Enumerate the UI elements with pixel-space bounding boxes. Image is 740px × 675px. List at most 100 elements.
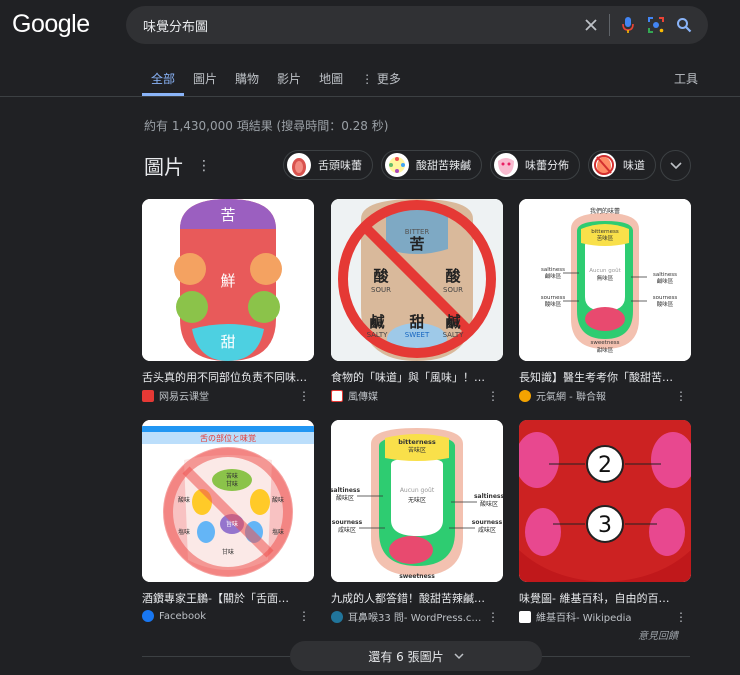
chips-expand-button[interactable] (660, 150, 691, 181)
image-result[interactable]: 我們的味蕾 bitterness 苦味區 saltiness 鹹味區 Aucun… (519, 199, 691, 403)
image-result[interactable]: 2 3 味覺圖- 維基百科，自由的百… 維基百科- Wikipedia ⋮ (519, 420, 691, 624)
image-label: 無味區 (597, 274, 614, 282)
divider (609, 14, 610, 36)
tab-videos[interactable]: 影片 (268, 70, 310, 96)
image-caption[interactable]: 九成的人都答錯！酸甜苦辣鹹… (331, 590, 501, 606)
more-vert-icon: ⋮ (361, 72, 377, 86)
image-label: sweetness (591, 340, 620, 346)
images-menu-icon[interactable]: ⋮ (197, 158, 211, 174)
image-label: 甘味 (226, 480, 238, 488)
image-thumbnail[interactable]: 我們的味蕾 bitterness 苦味區 saltiness 鹹味區 Aucun… (519, 199, 691, 361)
image-label: 甘味 (222, 548, 234, 556)
chip-thumbnail (494, 153, 518, 177)
image-source[interactable]: 耳鼻喉33 問- WordPress.c… ⋮ (331, 609, 503, 624)
chip-thumbnail (592, 153, 616, 177)
more-options-icon[interactable]: ⋮ (675, 610, 691, 624)
chip-tongue-taste-buds[interactable]: 舌頭味蕾 (283, 150, 373, 180)
wikipedia-icon (519, 610, 531, 623)
image-label: 鮮 (220, 272, 235, 290)
tab-images[interactable]: 圖片 (184, 70, 226, 96)
image-caption[interactable]: 長知識】醫生考考你「酸甜苦… (519, 369, 689, 385)
image-caption[interactable]: 食物的「味道」與「風味」！… (331, 369, 501, 385)
image-result[interactable]: 舌の部位と味覚 苦味 甘味 酸味 酸味 塩味 塩味 旨味 甘味 酒鑽專家王鵬-【… (142, 420, 314, 623)
image-caption[interactable]: 舌头真的用不同部位负责不同味… (142, 369, 312, 385)
image-result[interactable]: 苦 鮮 甜 舌头真的用不同部位负责不同味… 网易云课堂 ⋮ (142, 199, 314, 403)
image-label: 酸 (373, 267, 389, 285)
image-label: SALTY (367, 331, 389, 339)
lens-icon[interactable] (642, 11, 670, 39)
image-label: Aucun goût (400, 487, 435, 494)
image-label: 苦味区 (408, 446, 426, 454)
more-options-icon[interactable]: ⋮ (487, 610, 503, 624)
image-label: sourness (472, 519, 503, 526)
image-label: SALTY (443, 331, 465, 339)
clear-icon[interactable] (577, 11, 605, 39)
image-label: 鹹 (369, 313, 384, 331)
image-caption[interactable]: 酒鑽專家王鵬-【關於「舌面… (142, 590, 312, 606)
image-thumbnail[interactable]: 舌の部位と味覚 苦味 甘味 酸味 酸味 塩味 塩味 旨味 甘味 (142, 420, 314, 582)
chip-taste[interactable]: 味道 (588, 150, 656, 180)
image-label: saltiness (474, 493, 503, 500)
image-thumbnail[interactable]: 2 3 (519, 420, 691, 582)
image-caption[interactable]: 味覺圖- 維基百科，自由的百… (519, 590, 689, 606)
image-thumbnail[interactable]: BITTER 苦 酸 SOUR 酸 SOUR 鹹 SALTY 甜 SWEET 鹹… (331, 199, 503, 361)
image-label: 苦 (409, 235, 424, 253)
source-name: 元氣網 - 聯合報 (536, 392, 606, 403)
microphone-icon[interactable] (614, 11, 642, 39)
search-icon[interactable] (670, 11, 698, 39)
tools-button[interactable]: 工具 (674, 70, 698, 87)
image-label: bitterness (591, 229, 619, 235)
image-label: 咸味区 (338, 526, 356, 534)
tab-more-label: 更多 (376, 72, 401, 86)
more-options-icon[interactable]: ⋮ (298, 609, 314, 623)
chip-label: 味蕾分佈 (525, 159, 569, 172)
image-label: sourness (541, 295, 566, 301)
image-label: Aucun goût (589, 267, 621, 274)
more-options-icon[interactable]: ⋮ (675, 389, 691, 403)
refinement-chips: 舌頭味蕾 酸甜苦辣鹹 味蕾分佈 味道 (283, 150, 656, 180)
search-input[interactable]: 味覺分布圖 (143, 16, 577, 35)
image-label: bitterness (398, 438, 436, 446)
image-result[interactable]: bitterness 苦味区 saltiness 酸味区 Aucun goût … (331, 420, 503, 624)
tab-maps[interactable]: 地圖 (310, 70, 352, 96)
chevron-down-icon (454, 652, 464, 659)
chip-taste-bud-distribution[interactable]: 味蕾分佈 (490, 150, 580, 180)
image-label: 甜 (409, 313, 424, 331)
image-label: saltiness (541, 267, 565, 273)
image-label: 咸味区 (478, 526, 496, 534)
image-source[interactable]: Facebook ⋮ (142, 609, 314, 623)
image-thumbnail[interactable]: 苦 鮮 甜 (142, 199, 314, 361)
image-label: saltiness (653, 272, 677, 278)
tab-shopping[interactable]: 購物 (226, 70, 268, 96)
more-options-icon[interactable]: ⋮ (298, 389, 314, 403)
image-label: 我們的味蕾 (590, 207, 620, 215)
chip-five-tastes[interactable]: 酸甜苦辣鹹 (381, 150, 482, 180)
image-source[interactable]: 風傳媒 ⋮ (331, 388, 503, 403)
source-name: 風傳媒 (348, 392, 378, 403)
image-label: saltiness (331, 487, 360, 494)
image-label: 酸 (445, 267, 461, 285)
image-source[interactable]: 元氣網 - 聯合報 ⋮ (519, 388, 691, 403)
tab-more[interactable]: ⋮ 更多 (352, 70, 410, 96)
source-favicon-icon (331, 389, 343, 402)
more-options-icon[interactable]: ⋮ (487, 389, 503, 403)
image-label: 舌の部位と味覚 (200, 433, 256, 443)
tab-all[interactable]: 全部 (142, 70, 185, 96)
image-label: 鹹 (445, 313, 460, 331)
show-more-images-button[interactable]: 還有 6 張圖片 (290, 641, 542, 671)
google-logo[interactable]: Google (12, 10, 90, 39)
image-source[interactable]: 网易云课堂 ⋮ (142, 388, 314, 403)
image-label: 旨味 (226, 520, 238, 528)
chip-label: 味道 (623, 159, 645, 172)
search-box[interactable]: 味覺分布圖 (126, 6, 708, 44)
image-thumbnail[interactable]: bitterness 苦味区 saltiness 酸味区 Aucun goût … (331, 420, 503, 582)
image-label: 鹹味區 (545, 272, 562, 280)
image-label: 2 (598, 453, 612, 478)
image-label: sourness (653, 295, 678, 301)
feedback-link[interactable]: 意見回饋 (638, 627, 678, 642)
wordpress-icon (331, 610, 343, 623)
image-label: 酸味区 (480, 500, 498, 508)
image-label: 苦 (220, 206, 235, 224)
image-source[interactable]: 維基百科- Wikipedia ⋮ (519, 609, 691, 624)
image-result[interactable]: BITTER 苦 酸 SOUR 酸 SOUR 鹹 SALTY 甜 SWEET 鹹… (331, 199, 503, 403)
